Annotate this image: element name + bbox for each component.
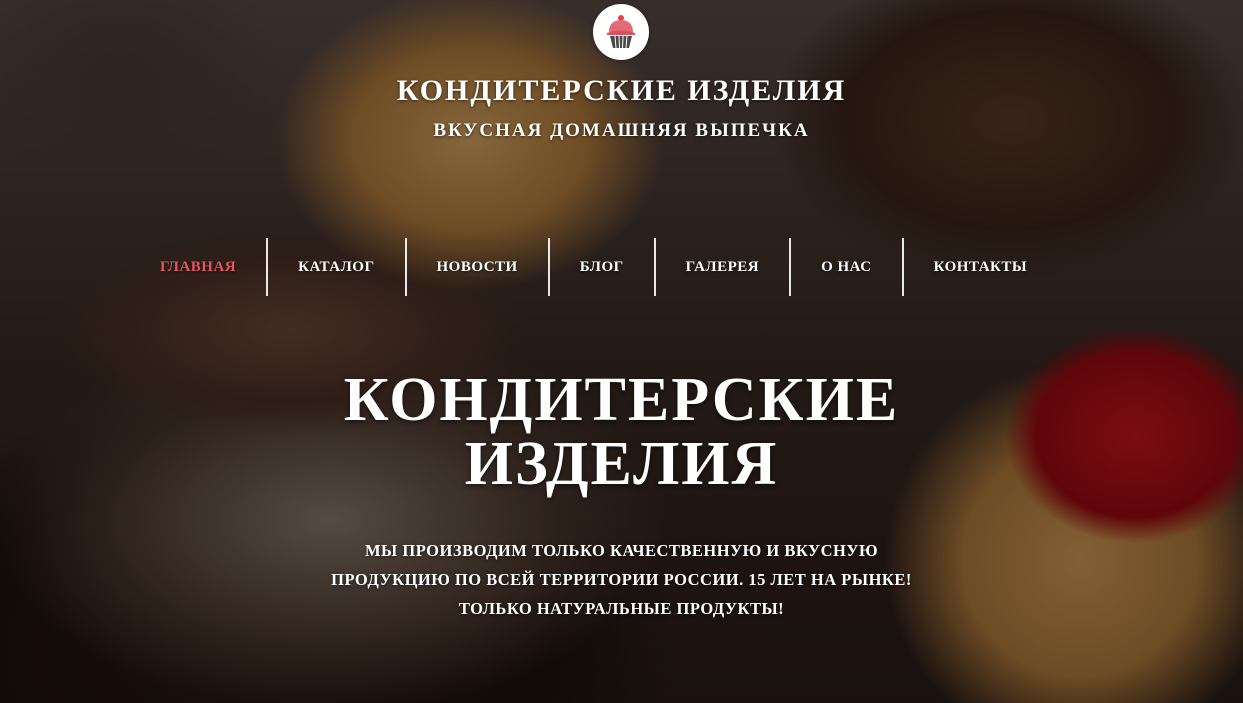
main-navigation: ГЛАВНАЯ КАТАЛОГ НОВОСТИ БЛОГ ГАЛЕРЕЯ О Н… [130, 238, 1057, 296]
nav-item-gallery[interactable]: ГАЛЕРЕЯ [656, 238, 792, 296]
hero-section: КОНДИТЕРСКИЕ ИЗДЕЛИЯ ВКУСНАЯ ДОМАШНЯЯ ВЫ… [0, 0, 1243, 703]
site-title[interactable]: КОНДИТЕРСКИЕ ИЗДЕЛИЯ [0, 74, 1243, 108]
nav-item-about[interactable]: О НАС [791, 238, 904, 296]
site-logo[interactable] [593, 4, 649, 60]
hero-text-line-1: МЫ ПРОИЗВОДИМ ТОЛЬКО КАЧЕСТВЕННУЮ И ВКУС… [364, 541, 879, 560]
hero-title-line-1: КОНДИТЕРСКИЕ [343, 366, 900, 434]
nav-item-catalog[interactable]: КАТАЛОГ [268, 238, 407, 296]
nav-item-blog[interactable]: БЛОГ [550, 238, 656, 296]
nav-item-news[interactable]: НОВОСТИ [407, 238, 550, 296]
hero-title: КОНДИТЕРСКИЕ ИЗДЕЛИЯ [0, 368, 1243, 496]
hero-text-line-2: ПРОДУКЦИЮ ПО ВСЕЙ ТЕРРИТОРИИ РОССИИ. 15 … [331, 570, 912, 589]
site-subtitle: ВКУСНАЯ ДОМАШНЯЯ ВЫПЕЧКА [433, 120, 810, 141]
hero-title-line-2: ИЗДЕЛИЯ [464, 430, 779, 498]
cupcake-icon [607, 15, 635, 49]
nav-item-home[interactable]: ГЛАВНАЯ [130, 238, 269, 296]
nav-item-contacts[interactable]: КОНТАКТЫ [904, 238, 1058, 296]
hero-description: МЫ ПРОИЗВОДИМ ТОЛЬКО КАЧЕСТВЕННУЮ И ВКУС… [250, 536, 993, 623]
hero-text-line-3: ТОЛЬКО НАТУРАЛЬНЫЕ ПРОДУКТЫ! [458, 599, 785, 618]
